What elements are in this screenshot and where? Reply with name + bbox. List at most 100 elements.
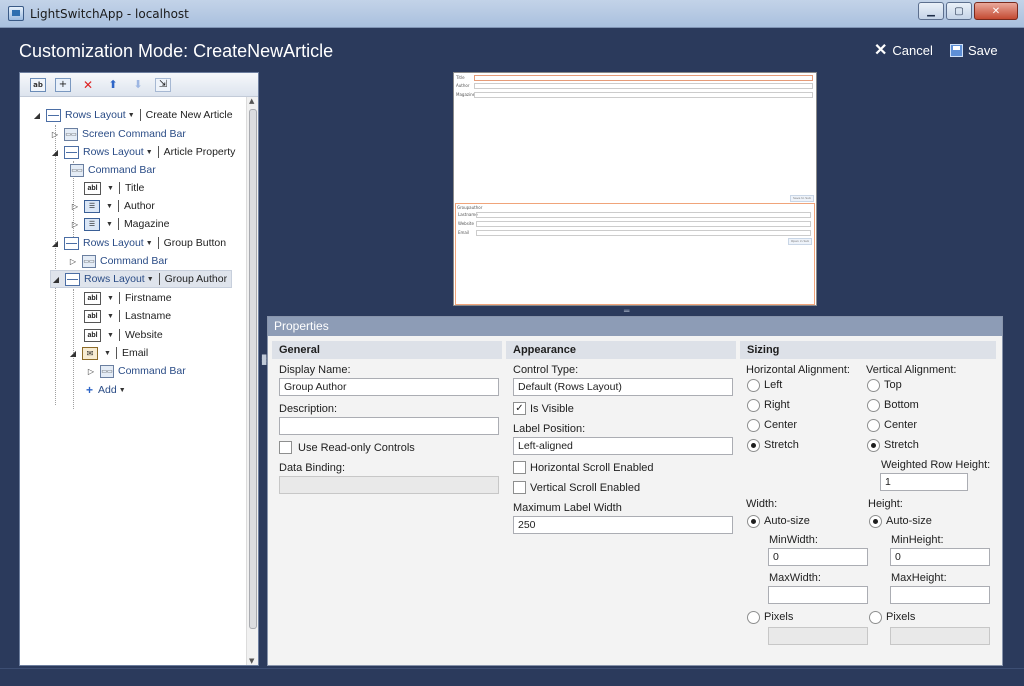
node-label: Website — [124, 329, 163, 341]
layout-mode-label[interactable]: Rows Layout — [83, 237, 144, 249]
tree-guide — [55, 125, 56, 405]
display-name-input[interactable]: Group Author — [279, 378, 499, 396]
collapse-icon[interactable]: ◢ — [50, 148, 60, 157]
preview-button: Open in Sub — [788, 238, 812, 245]
chevron-down-icon[interactable]: ▼ — [106, 221, 113, 228]
cancel-button[interactable]: ✕ Cancel — [874, 42, 933, 58]
tree-node-group-button[interactable]: ◢ Rows Layout ▼ Group Button — [50, 234, 226, 252]
tree-node-command-bar[interactable]: ▭▭ Command Bar — [70, 161, 156, 179]
tree-node-article-property[interactable]: ◢ Rows Layout ▼ Article Property — [50, 143, 235, 161]
separator — [117, 218, 119, 230]
properties-panel: Properties General Display Name: Group A… — [267, 316, 1003, 666]
v-align-top-radio[interactable] — [867, 379, 880, 392]
collapse-icon[interactable]: ◢ — [50, 239, 60, 248]
control-type-select[interactable]: Default (Rows Layout) — [513, 378, 733, 396]
max-height-input[interactable] — [890, 586, 990, 604]
tree-node-website[interactable]: ▷ abl ▼ Website — [70, 326, 163, 344]
width-auto-size-radio[interactable] — [747, 515, 760, 528]
min-width-input[interactable]: 0 — [768, 548, 868, 566]
weighted-row-height-input[interactable]: 1 — [880, 473, 968, 491]
expand-icon[interactable]: ▷ — [50, 130, 60, 139]
command-bar-icon: ▭▭ — [100, 364, 114, 378]
expand-icon[interactable]: ▷ — [86, 367, 96, 376]
height-pixels-input — [890, 627, 990, 645]
v-scroll-label: Vertical Scroll Enabled — [530, 482, 641, 494]
height-pixels-radio[interactable] — [869, 611, 882, 624]
page-title: Customization Mode: CreateNewArticle — [19, 41, 334, 61]
h-scroll-checkbox[interactable] — [513, 461, 526, 474]
min-height-input[interactable]: 0 — [890, 548, 990, 566]
layout-mode-label[interactable]: Rows Layout — [84, 273, 145, 285]
layout-mode-label[interactable]: Rows Layout — [65, 109, 126, 121]
chevron-down-icon[interactable]: ▼ — [107, 185, 114, 192]
move-down-icon[interactable]: ⬇ — [130, 78, 146, 92]
add-label[interactable]: Add — [98, 384, 117, 396]
h-align-center-radio[interactable] — [747, 419, 760, 432]
tree-node-lastname[interactable]: ▷ abl ▼ Lastname — [70, 307, 171, 325]
max-width-input[interactable] — [768, 586, 868, 604]
tree-node-email[interactable]: ◢ ✉ ▼ Email — [68, 344, 148, 362]
window-controls: ▁ ▢ ✕ — [918, 2, 1018, 20]
max-height-label: MaxHeight: — [891, 572, 947, 584]
minimize-button[interactable]: ▁ — [918, 2, 944, 20]
scroll-down-icon[interactable]: ▼ — [249, 657, 254, 665]
collapse-icon[interactable]: ◢ — [51, 275, 61, 284]
h-align-stretch-radio[interactable] — [747, 439, 760, 452]
move-to-icon[interactable]: ⇲ — [155, 77, 171, 92]
preview-group-author: Groupauthor Lastname Website Email Open … — [455, 203, 815, 305]
description-input[interactable] — [279, 417, 499, 435]
tree-node-magazine[interactable]: ▷ ☰ ▼ Magazine — [70, 215, 169, 233]
width-label: Width: — [746, 498, 778, 510]
expand-icon[interactable]: ▷ — [70, 202, 80, 211]
chevron-down-icon[interactable]: ▼ — [107, 295, 114, 302]
add-group-icon[interactable]: + — [55, 77, 71, 92]
tree-node-command-bar[interactable]: ▷ ▭▭ Command Bar — [86, 362, 186, 380]
width-auto-size-label: Auto-size — [764, 515, 810, 527]
chevron-down-icon[interactable]: ▼ — [104, 350, 111, 357]
chevron-down-icon[interactable]: ▼ — [128, 112, 135, 119]
v-align-stretch-radio[interactable] — [867, 439, 880, 452]
expand-icon[interactable]: ▷ — [70, 220, 80, 229]
collapse-icon[interactable]: ◢ — [32, 111, 42, 120]
chevron-down-icon[interactable]: ▼ — [106, 203, 113, 210]
expand-icon[interactable]: ▷ — [68, 257, 78, 266]
v-scroll-checkbox[interactable] — [513, 481, 526, 494]
layout-mode-label[interactable]: Rows Layout — [83, 146, 144, 158]
close-button[interactable]: ✕ — [974, 2, 1018, 20]
width-pixels-radio[interactable] — [747, 611, 760, 624]
tree-node-add[interactable]: + Add ▼ — [86, 381, 131, 399]
is-visible-checkbox[interactable]: ✓ — [513, 402, 526, 415]
tree-scrollbar[interactable]: ▲ ▼ — [246, 97, 258, 665]
chevron-down-icon[interactable]: ▼ — [146, 149, 153, 156]
tree-node-screen-command-bar[interactable]: ▷ ▭▭ Screen Command Bar — [50, 125, 186, 143]
weighted-row-height-label: Weighted Row Height: — [881, 459, 991, 471]
chevron-down-icon[interactable]: ▼ — [146, 240, 153, 247]
tree-node-root[interactable]: ◢ Rows Layout ▼ Create New Article — [32, 106, 233, 124]
add-field-icon[interactable]: ab — [30, 77, 46, 92]
scroll-thumb[interactable] — [249, 109, 257, 629]
v-align-bottom-radio[interactable] — [867, 399, 880, 412]
max-label-width-input[interactable]: 250 — [513, 516, 733, 534]
chevron-down-icon[interactable]: ▼ — [107, 313, 114, 320]
chevron-down-icon[interactable]: ▼ — [147, 276, 154, 283]
tree-node-group-author[interactable]: ◢ Rows Layout ▼ Group Author — [50, 270, 233, 288]
move-up-icon[interactable]: ⬆ — [105, 78, 121, 92]
collapse-icon[interactable]: ◢ — [68, 349, 78, 358]
tree-node-author[interactable]: ▷ ☰ ▼ Author — [70, 197, 155, 215]
h-align-left-radio[interactable] — [747, 379, 760, 392]
height-auto-size-radio[interactable] — [869, 515, 882, 528]
tree-node-firstname[interactable]: ▷ abl ▼ Firstname — [70, 289, 172, 307]
tree-node-title[interactable]: ▷ abl ▼ Title — [70, 179, 144, 197]
h-align-right-radio[interactable] — [747, 399, 760, 412]
delete-icon[interactable]: ✕ — [80, 78, 96, 92]
tree-node-command-bar[interactable]: ▷ ▭▭ Command Bar — [68, 252, 168, 270]
scroll-up-icon[interactable]: ▲ — [249, 97, 254, 105]
command-bar-icon: ▭▭ — [70, 163, 84, 177]
readonly-checkbox[interactable] — [279, 441, 292, 454]
save-button[interactable]: Save — [950, 43, 998, 58]
chevron-down-icon[interactable]: ▼ — [107, 332, 114, 339]
label-position-select[interactable]: Left-aligned — [513, 437, 733, 455]
chevron-down-icon[interactable]: ▼ — [119, 387, 126, 394]
v-align-center-radio[interactable] — [867, 419, 880, 432]
maximize-button[interactable]: ▢ — [946, 2, 972, 20]
